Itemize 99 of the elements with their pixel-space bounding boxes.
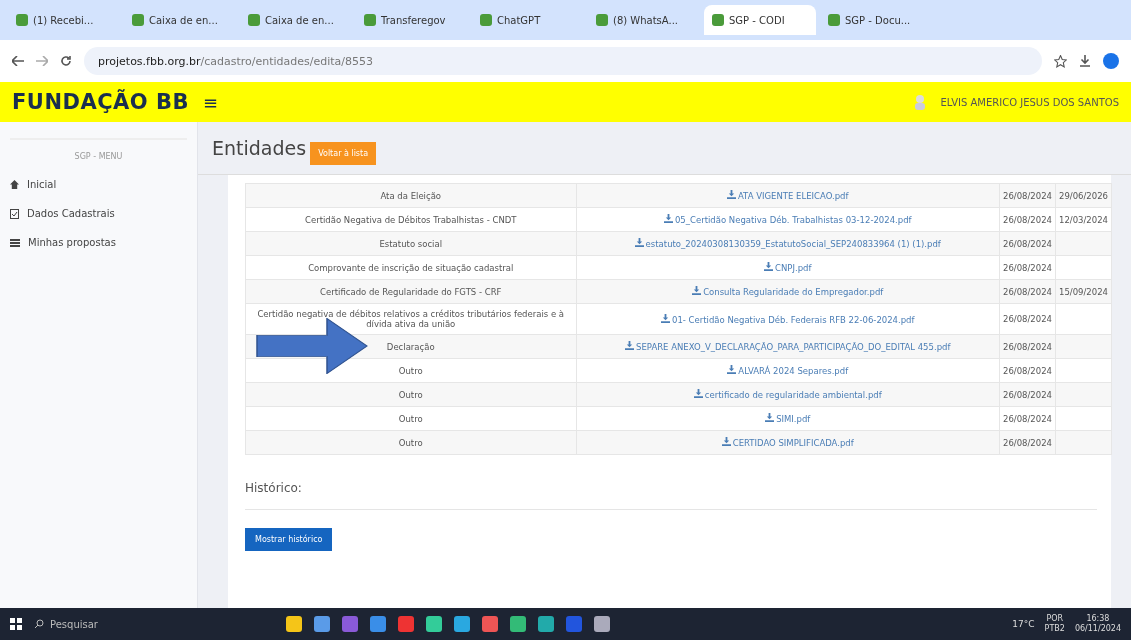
table-cell: 26/08/2024 xyxy=(999,303,1056,335)
site-icon xyxy=(480,14,492,26)
show-history-button[interactable]: Mostrar histórico xyxy=(245,528,333,551)
file-link[interactable]: SIMI.pdf xyxy=(765,414,811,424)
download-icon xyxy=(721,437,731,446)
browser-tab[interactable]: ChatGPT xyxy=(472,5,584,35)
table-cell: Certidão Negativa de Débitos Trabalhistas - CNDT xyxy=(245,207,576,232)
table-cell: 26/08/2024 xyxy=(999,406,1056,431)
file-link[interactable]: 05_Certidão Negativa Déb. Trabalhistas 03-12-2024.pdf xyxy=(663,215,912,225)
site-icon xyxy=(364,14,376,26)
download-icon xyxy=(663,214,673,223)
app-icon[interactable] xyxy=(538,616,554,632)
user-icon xyxy=(914,94,927,110)
logo: FUNDAÇÃO BB xyxy=(12,90,189,114)
app-icon[interactable] xyxy=(454,616,470,632)
browser-tab[interactable]: (8) WhatsA... xyxy=(588,5,700,35)
app-icon[interactable] xyxy=(314,616,330,632)
browser-tab[interactable]: (1) Recebi... xyxy=(8,5,120,35)
table-cell: 12/03/2024 xyxy=(1055,207,1112,232)
table-cell: 15/09/2024 xyxy=(1055,279,1112,304)
page-title: Entidades xyxy=(212,137,307,159)
table-cell: Outro xyxy=(245,430,576,455)
form-icon xyxy=(10,208,19,219)
site-icon xyxy=(828,14,840,26)
table-cell: 26/08/2024 xyxy=(999,255,1056,280)
file-link[interactable]: Consulta Regularidade do Empregador.pdf xyxy=(692,287,884,297)
table-cell: Outro xyxy=(245,406,576,431)
browser-tab[interactable]: Caixa de en... xyxy=(240,5,352,35)
back-arrow-icon[interactable] xyxy=(12,56,24,66)
site-icon xyxy=(132,14,144,26)
browser-tab[interactable]: Caixa de en... xyxy=(124,5,236,35)
table-cell: 26/08/2024 xyxy=(999,430,1056,455)
browser-tab[interactable]: Transferegov xyxy=(356,5,468,35)
download-icon xyxy=(727,365,737,374)
weather-text: 17°C xyxy=(1012,619,1035,629)
file-link[interactable]: SEPARE ANEXO_V_DECLARAÇÃO_PARA_PARTICIPAÇÃO_DO_EDITAL 455.pdf xyxy=(625,342,951,352)
browser-tab[interactable]: SGP - Docu... xyxy=(820,5,932,35)
app-icon[interactable] xyxy=(510,616,526,632)
table-cell: Outro xyxy=(245,382,576,407)
download-icon xyxy=(660,313,670,323)
download-icon xyxy=(692,286,702,295)
file-link[interactable]: CNPJ.pdf xyxy=(764,263,812,273)
address-bar[interactable]: projetos.fbb.org.br/cadastro/entidades/edita/8553 xyxy=(84,47,1042,75)
section-label: Histórico: xyxy=(245,481,1097,510)
table-cell: Ata da Eleição xyxy=(245,183,576,208)
download-icon xyxy=(693,389,703,398)
windows-icon[interactable] xyxy=(10,618,22,630)
site-icon xyxy=(16,14,28,26)
site-icon xyxy=(596,14,608,26)
search-icon xyxy=(34,619,44,629)
app-icon[interactable] xyxy=(286,616,302,632)
star-icon[interactable] xyxy=(1054,54,1067,68)
language-indicator[interactable]: POR PTB2 xyxy=(1044,614,1065,634)
table-cell: 26/08/2024 xyxy=(999,279,1056,304)
sidebar-item[interactable]: Inicial xyxy=(0,179,197,190)
menu-icon[interactable]: ≡ xyxy=(203,91,901,113)
file-link[interactable]: certificado de regularidade ambiental.pdf xyxy=(693,390,882,400)
table-cell: 26/08/2024 xyxy=(999,382,1056,407)
site-icon xyxy=(712,14,724,26)
file-link[interactable]: ATA VIGENTE ELEICAO.pdf xyxy=(726,191,849,201)
file-link[interactable]: CERTIDAO SIMPLIFICADA.pdf xyxy=(721,438,854,448)
sidebar-item[interactable]: Dados Cadastrais xyxy=(0,208,197,219)
table-cell: Certificado de Regularidade do FGTS - CRF xyxy=(245,279,576,304)
download-icon xyxy=(764,262,774,271)
app-icon[interactable] xyxy=(342,616,358,632)
file-link[interactable]: estatuto_20240308130359_EstatutoSocial_SEP240833964 (1) (1).pdf xyxy=(634,239,941,249)
table-cell: 26/08/2024 xyxy=(999,183,1056,208)
table-cell: 29/06/2026 xyxy=(1055,183,1112,208)
download-icon xyxy=(634,238,644,247)
download-icon xyxy=(625,341,635,350)
sidebar-item[interactable]: Minhas propostas xyxy=(0,237,197,248)
menu-title: SGP - MENU xyxy=(10,138,187,161)
clock[interactable]: 16:38 06/11/2024 xyxy=(1074,614,1121,634)
browser-tab[interactable]: SGP - CODI xyxy=(704,5,816,35)
forward-arrow-icon[interactable] xyxy=(36,56,48,66)
home-icon xyxy=(10,180,19,189)
app-icon[interactable] xyxy=(566,616,582,632)
download-icon xyxy=(726,190,736,199)
app-icon[interactable] xyxy=(594,616,610,632)
table-cell: 26/08/2024 xyxy=(999,231,1056,256)
reload-icon[interactable] xyxy=(60,55,72,67)
download-icon xyxy=(765,413,775,422)
app-icon[interactable] xyxy=(370,616,386,632)
user-name: ELVIS AMERICO JESUS DOS SANTOS xyxy=(940,96,1119,108)
file-link[interactable]: ALVARÁ 2024 Separes.pdf xyxy=(727,366,849,376)
list-icon xyxy=(10,238,20,247)
file-link[interactable]: 01- Certidão Negativa Déb. Federais RFB 22-06-2024.pdf xyxy=(660,314,915,325)
app-icon[interactable] xyxy=(398,616,414,632)
table-cell: 26/08/2024 xyxy=(999,358,1056,383)
table-cell: Estatuto social xyxy=(245,231,576,256)
download-icon[interactable] xyxy=(1079,55,1091,67)
app-icon[interactable] xyxy=(482,616,498,632)
table-cell: 26/08/2024 xyxy=(999,207,1056,232)
table-cell: 26/08/2024 xyxy=(999,334,1056,359)
profile-avatar[interactable] xyxy=(1103,53,1119,69)
site-icon xyxy=(248,14,260,26)
table-cell: Comprovante de inscrição de situação cadastral xyxy=(245,255,576,280)
search-field[interactable]: Pesquisar xyxy=(34,618,274,630)
app-icon[interactable] xyxy=(426,616,442,632)
